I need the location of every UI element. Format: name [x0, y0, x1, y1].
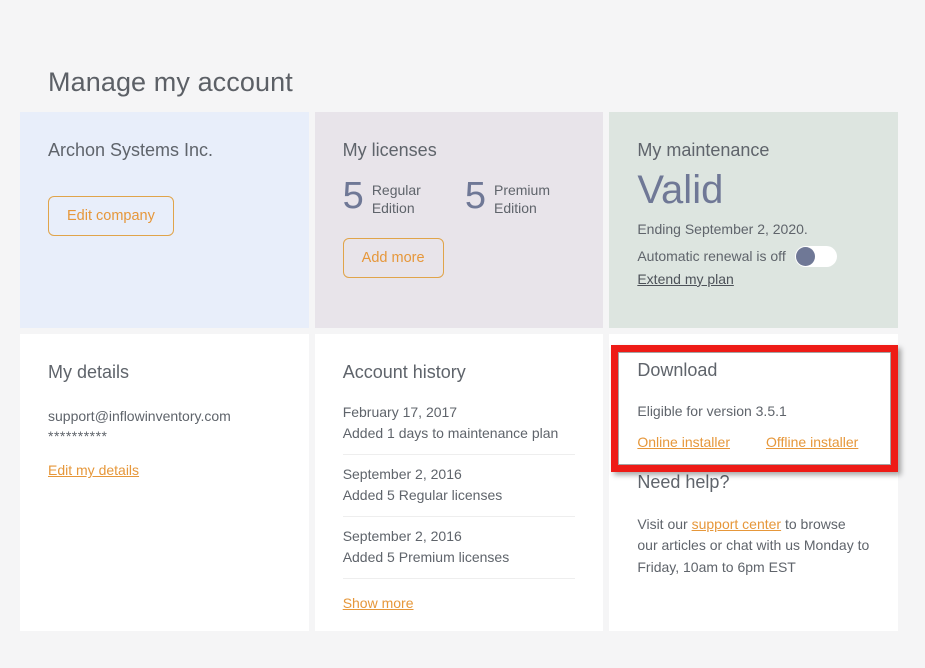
extend-my-plan-link[interactable]: Extend my plan	[637, 271, 734, 287]
offline-installer-link[interactable]: Offline installer	[766, 434, 858, 450]
cards-row-bottom: My details support@inflowinventory.com *…	[20, 334, 898, 631]
history-entry-date: September 2, 2016	[342, 527, 462, 544]
show-more-link[interactable]: Show more	[343, 595, 414, 611]
history-entry-date: September 2, 2016	[342, 465, 462, 482]
edit-my-details-link[interactable]: Edit my details	[48, 462, 139, 478]
maintenance-card: My maintenance Valid Ending September 2,…	[609, 112, 899, 328]
history-entry-date: February 17, 2017	[342, 403, 458, 420]
installer-links: Online installer Offline installer	[637, 434, 870, 450]
account-page: Manage my account Archon Systems Inc. Ed…	[0, 0, 925, 668]
company-card: Archon Systems Inc. Edit company	[20, 112, 309, 328]
download-card: Download Eligible for version 3.5.1 Onli…	[609, 334, 898, 464]
show-more-wrapper: Show more	[343, 579, 576, 613]
history-entry: February 17, 2017 Added 1 days to mainte…	[342, 402, 576, 455]
license-label-premium: Premium Edition	[493, 181, 550, 217]
help-text-before: Visit our	[637, 515, 692, 532]
download-card-title: Download	[637, 360, 718, 380]
account-history-card: Account history February 17, 2017 Added …	[314, 334, 604, 631]
my-details-card-title: My details	[48, 362, 130, 382]
support-center-link[interactable]: support center	[692, 514, 782, 536]
edit-company-button[interactable]: Edit company	[48, 195, 174, 237]
license-label-regular: Regular Edition	[371, 181, 421, 217]
license-item-premium: 5 Premium Edition	[464, 174, 550, 218]
download-help-stack: Download Eligible for version 3.5.1 Onli…	[609, 334, 898, 631]
cards-row-top: Archon Systems Inc. Edit company My lice…	[20, 112, 899, 328]
history-entry: September 2, 2016 Added 5 Regular licens…	[342, 455, 576, 517]
page-title: Manage my account	[48, 67, 293, 98]
license-counts: 5 Regular Edition 5 Premium Edition	[342, 174, 576, 218]
need-help-body: Visit our support center to browse our a…	[637, 514, 869, 579]
company-name: Archon Systems Inc.	[48, 140, 214, 160]
history-entry: September 2, 2016 Added 5 Premium licens…	[342, 517, 576, 579]
eligible-version-text: Eligible for version 3.5.1	[637, 402, 787, 419]
need-help-card-title: Need help?	[637, 472, 730, 492]
my-details-card: My details support@inflowinventory.com *…	[20, 334, 309, 631]
licenses-card: My licenses 5 Regular Edition 5 Premium …	[314, 112, 604, 328]
maintenance-status: Valid	[637, 167, 724, 212]
account-history-list: February 17, 2017 Added 1 days to mainte…	[342, 402, 576, 579]
license-count-premium: 5	[464, 174, 486, 217]
history-entry-description: Added 5 Premium licenses	[342, 548, 510, 565]
account-email: support@inflowinventory.com	[48, 407, 231, 424]
add-more-button[interactable]: Add more	[342, 237, 444, 279]
account-password-mask: **********	[48, 427, 108, 444]
history-entry-description: Added 5 Regular licenses	[342, 486, 503, 503]
license-count-regular: 5	[342, 174, 364, 217]
cards-grid: Archon Systems Inc. Edit company My lice…	[20, 112, 899, 631]
automatic-renewal-row: Automatic renewal is off	[637, 245, 870, 267]
account-history-card-title: Account history	[342, 362, 466, 382]
toggle-knob-icon	[795, 246, 815, 266]
license-item-regular: 5 Regular Edition	[342, 174, 421, 218]
maintenance-ending-date: Ending September 2, 2020.	[637, 220, 808, 237]
history-entry-description: Added 1 days to maintenance plan	[342, 424, 559, 441]
online-installer-link[interactable]: Online installer	[637, 434, 730, 450]
automatic-renewal-label: Automatic renewal is off	[637, 248, 786, 265]
automatic-renewal-toggle[interactable]	[794, 245, 837, 267]
maintenance-card-title: My maintenance	[637, 140, 770, 160]
need-help-card: Need help? Visit our support center to b…	[609, 464, 898, 631]
licenses-card-title: My licenses	[342, 140, 437, 160]
